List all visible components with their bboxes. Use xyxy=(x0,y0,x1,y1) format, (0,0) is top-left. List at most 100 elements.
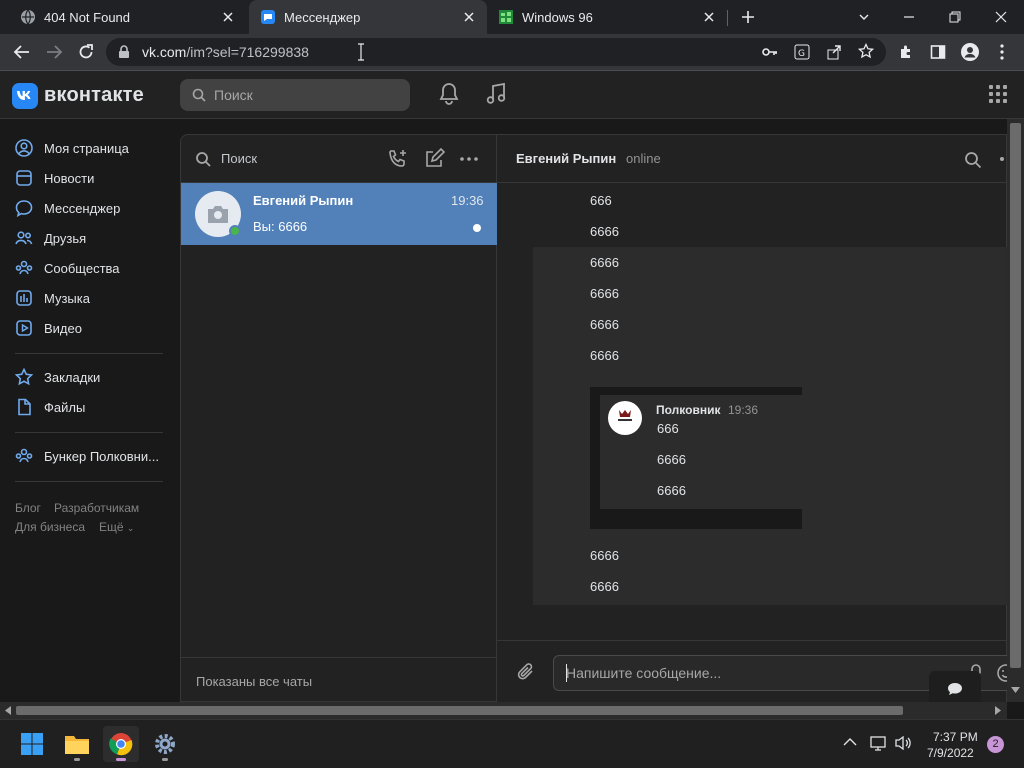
nav-label: Бункер Полковни... xyxy=(44,448,159,464)
tab-windows-96[interactable]: Windows 96 xyxy=(487,0,727,34)
url-text: vk.com/im?sel=716299838 xyxy=(142,44,309,60)
nav-label: Новости xyxy=(44,170,95,186)
nav-my-page[interactable]: Моя страница xyxy=(14,136,129,160)
translate-icon[interactable]: G xyxy=(794,44,810,60)
horizontal-scrollbar[interactable] xyxy=(0,702,1007,719)
nav-video[interactable]: Видео xyxy=(14,316,82,340)
conversation-title[interactable]: Евгений Рыпин xyxy=(516,151,616,166)
nav-label: Мессенджер xyxy=(44,200,121,216)
forwarded-message-card: Полковник 19:36 666 6666 6666 xyxy=(600,395,802,509)
star-icon xyxy=(14,367,34,387)
chats-footer-text[interactable]: Показаны все чаты xyxy=(196,674,312,689)
online-indicator xyxy=(229,225,241,237)
nav-communities[interactable]: Сообщества xyxy=(14,256,120,280)
message-input[interactable] xyxy=(566,664,966,682)
browser-menu-icon[interactable] xyxy=(990,40,1014,64)
vk-search-input[interactable]: Поиск xyxy=(180,79,410,111)
chrome-button[interactable] xyxy=(103,726,139,762)
search-icon[interactable] xyxy=(964,151,982,169)
nav-messenger[interactable]: Мессенджер xyxy=(14,196,120,220)
footer-link-business[interactable]: Для бизнеса xyxy=(15,520,85,534)
notification-badge[interactable]: 2 xyxy=(987,736,1004,753)
notifications-bell-icon[interactable] xyxy=(438,82,460,106)
nav-news[interactable]: Новости xyxy=(14,166,94,190)
nav-music[interactable]: Музыка xyxy=(14,286,90,310)
message-text[interactable]: 6666 xyxy=(590,579,619,594)
message-text[interactable]: 6666 xyxy=(590,317,619,332)
message-text[interactable]: 666 xyxy=(590,193,612,208)
extensions-icon[interactable] xyxy=(894,40,918,64)
scroll-down-arrow-icon[interactable] xyxy=(1011,687,1020,693)
scrollbar-thumb[interactable] xyxy=(1010,123,1021,668)
nav-friends[interactable]: Друзья xyxy=(14,226,86,250)
clock-time[interactable]: 7:37 PM xyxy=(933,730,978,744)
windows96-favicon-icon xyxy=(498,9,514,25)
scrollbar-thumb[interactable] xyxy=(16,706,903,715)
nav-files[interactable]: Файлы xyxy=(14,395,85,419)
vertical-scrollbar[interactable] xyxy=(1007,119,1024,702)
network-icon[interactable] xyxy=(870,735,888,751)
tab-messenger[interactable]: Мессенджер xyxy=(249,0,487,34)
forward-icon[interactable] xyxy=(42,40,66,64)
reload-icon[interactable] xyxy=(74,40,98,64)
forwarded-messages-block[interactable]: Полковник 19:36 666 6666 6666 xyxy=(590,387,802,529)
chats-header: Поиск xyxy=(181,135,496,183)
chevron-down-icon: ⌄ xyxy=(126,523,135,533)
more-icon[interactable] xyxy=(1000,157,1004,161)
vk-logo-icon[interactable] xyxy=(12,83,38,109)
clock-date[interactable]: 7/9/2022 xyxy=(927,746,974,760)
tab-title: 404 Not Found xyxy=(44,9,131,25)
tab-title: Мессенджер xyxy=(284,9,361,25)
vk-logo-text[interactable]: вконтакте xyxy=(44,84,144,107)
footer-link-developers[interactable]: Разработчикам xyxy=(54,501,139,515)
close-tab-icon[interactable] xyxy=(220,9,236,25)
compose-icon[interactable] xyxy=(423,148,445,170)
message-text[interactable]: 6666 xyxy=(590,224,619,239)
minimize-icon[interactable] xyxy=(900,8,918,26)
settings-button[interactable] xyxy=(147,726,183,762)
forwarded-author[interactable]: Полковник xyxy=(656,403,720,417)
footer-link-more[interactable]: Ещё ⌄ xyxy=(99,520,134,534)
scroll-left-arrow-icon[interactable] xyxy=(5,706,11,715)
message-text[interactable]: 6666 xyxy=(590,286,619,301)
tab-404-not-found[interactable]: 404 Not Found xyxy=(0,0,246,34)
start-button[interactable] xyxy=(14,726,50,762)
group-icon xyxy=(14,446,34,466)
share-icon[interactable] xyxy=(826,44,842,60)
key-icon[interactable] xyxy=(762,45,778,59)
restore-icon[interactable] xyxy=(946,8,964,26)
call-icon[interactable] xyxy=(387,148,409,170)
tab-search-chevron-icon[interactable] xyxy=(855,8,873,26)
attach-paperclip-icon[interactable] xyxy=(515,661,537,683)
chats-search-input[interactable]: Поиск xyxy=(221,151,257,166)
music-player-icon[interactable] xyxy=(485,82,507,106)
chats-panel: Поиск Евгений Рыпин 19:36 Вы: 6666 Показ… xyxy=(180,134,497,702)
message-text[interactable]: 6666 xyxy=(590,348,619,363)
lock-icon[interactable] xyxy=(118,45,130,59)
file-explorer-button[interactable] xyxy=(59,726,95,762)
close-tab-icon[interactable] xyxy=(701,9,717,25)
address-bar[interactable]: vk.com/im?sel=716299838 G xyxy=(106,38,886,66)
back-icon[interactable] xyxy=(10,40,34,64)
scroll-right-arrow-icon[interactable] xyxy=(995,706,1001,715)
footer-link-blog[interactable]: Блог xyxy=(15,501,41,515)
more-icon[interactable] xyxy=(459,149,479,169)
services-grid-icon[interactable] xyxy=(988,84,1008,104)
show-hidden-icons-chevron-icon[interactable] xyxy=(843,737,857,747)
close-window-icon[interactable] xyxy=(992,8,1010,26)
nav-group-bunker[interactable]: Бункер Полковни... xyxy=(14,444,159,468)
unread-dot xyxy=(473,224,481,232)
nav-bookmarks[interactable]: Закладки xyxy=(14,365,100,389)
sidebar-icon[interactable] xyxy=(926,40,950,64)
search-icon xyxy=(195,151,211,167)
bookmark-star-icon[interactable] xyxy=(858,43,874,59)
profile-avatar-icon[interactable] xyxy=(958,40,982,64)
camera-icon xyxy=(206,204,230,224)
chat-list-item[interactable]: Евгений Рыпин 19:36 Вы: 6666 xyxy=(181,183,497,245)
volume-icon[interactable] xyxy=(894,735,912,751)
message-text[interactable]: 6666 xyxy=(590,255,619,270)
message-text[interactable]: 6666 xyxy=(590,548,619,563)
close-tab-icon[interactable] xyxy=(461,9,477,25)
nav-divider xyxy=(15,481,163,482)
new-tab-icon[interactable] xyxy=(738,7,758,27)
